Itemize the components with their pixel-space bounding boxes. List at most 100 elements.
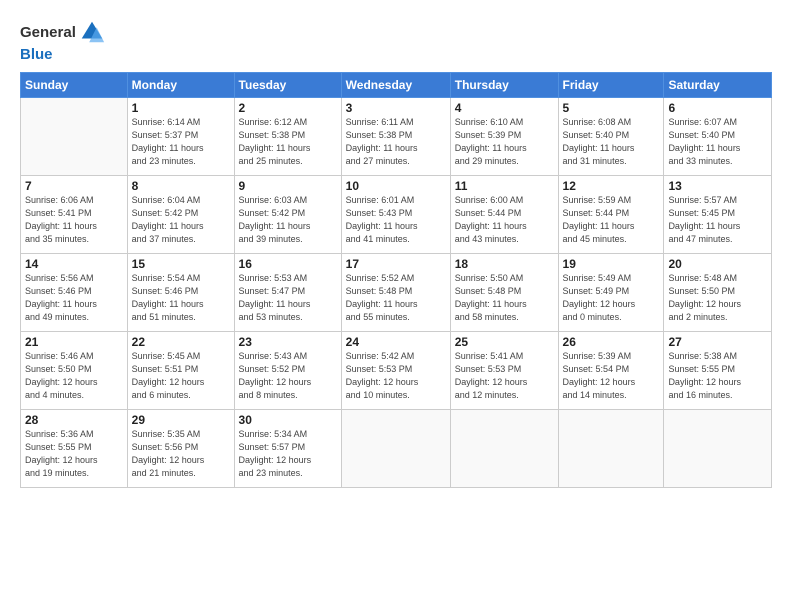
- day-cell: 2Sunrise: 6:12 AM Sunset: 5:38 PM Daylig…: [234, 98, 341, 176]
- day-cell: 25Sunrise: 5:41 AM Sunset: 5:53 PM Dayli…: [450, 332, 558, 410]
- weekday-header-tuesday: Tuesday: [234, 73, 341, 98]
- day-number: 2: [239, 101, 337, 115]
- day-info: Sunrise: 5:48 AM Sunset: 5:50 PM Dayligh…: [668, 272, 767, 324]
- day-number: 20: [668, 257, 767, 271]
- day-info: Sunrise: 6:03 AM Sunset: 5:42 PM Dayligh…: [239, 194, 337, 246]
- day-number: 18: [455, 257, 554, 271]
- day-number: 3: [346, 101, 446, 115]
- day-number: 13: [668, 179, 767, 193]
- day-info: Sunrise: 6:04 AM Sunset: 5:42 PM Dayligh…: [132, 194, 230, 246]
- day-cell: 18Sunrise: 5:50 AM Sunset: 5:48 PM Dayli…: [450, 254, 558, 332]
- day-cell: 26Sunrise: 5:39 AM Sunset: 5:54 PM Dayli…: [558, 332, 664, 410]
- day-cell: 29Sunrise: 5:35 AM Sunset: 5:56 PM Dayli…: [127, 410, 234, 488]
- week-row-3: 21Sunrise: 5:46 AM Sunset: 5:50 PM Dayli…: [21, 332, 772, 410]
- day-number: 7: [25, 179, 123, 193]
- week-row-1: 7Sunrise: 6:06 AM Sunset: 5:41 PM Daylig…: [21, 176, 772, 254]
- week-row-4: 28Sunrise: 5:36 AM Sunset: 5:55 PM Dayli…: [21, 410, 772, 488]
- day-cell: 1Sunrise: 6:14 AM Sunset: 5:37 PM Daylig…: [127, 98, 234, 176]
- day-cell: [558, 410, 664, 488]
- day-info: Sunrise: 6:00 AM Sunset: 5:44 PM Dayligh…: [455, 194, 554, 246]
- day-cell: 13Sunrise: 5:57 AM Sunset: 5:45 PM Dayli…: [664, 176, 772, 254]
- weekday-header-sunday: Sunday: [21, 73, 128, 98]
- day-number: 21: [25, 335, 123, 349]
- header: General Blue: [20, 18, 772, 64]
- day-number: 9: [239, 179, 337, 193]
- logo-general-text: General: [20, 24, 76, 41]
- day-cell: 8Sunrise: 6:04 AM Sunset: 5:42 PM Daylig…: [127, 176, 234, 254]
- day-number: 8: [132, 179, 230, 193]
- day-number: 12: [563, 179, 660, 193]
- day-cell: 22Sunrise: 5:45 AM Sunset: 5:51 PM Dayli…: [127, 332, 234, 410]
- day-cell: 19Sunrise: 5:49 AM Sunset: 5:49 PM Dayli…: [558, 254, 664, 332]
- weekday-header-friday: Friday: [558, 73, 664, 98]
- day-number: 25: [455, 335, 554, 349]
- day-number: 6: [668, 101, 767, 115]
- logo-blue-text: Blue: [20, 46, 53, 63]
- day-cell: 30Sunrise: 5:34 AM Sunset: 5:57 PM Dayli…: [234, 410, 341, 488]
- day-info: Sunrise: 6:08 AM Sunset: 5:40 PM Dayligh…: [563, 116, 660, 168]
- day-info: Sunrise: 6:07 AM Sunset: 5:40 PM Dayligh…: [668, 116, 767, 168]
- day-number: 28: [25, 413, 123, 427]
- day-number: 14: [25, 257, 123, 271]
- day-number: 19: [563, 257, 660, 271]
- logo: General Blue: [20, 18, 106, 64]
- day-cell: 24Sunrise: 5:42 AM Sunset: 5:53 PM Dayli…: [341, 332, 450, 410]
- day-info: Sunrise: 6:01 AM Sunset: 5:43 PM Dayligh…: [346, 194, 446, 246]
- day-cell: 23Sunrise: 5:43 AM Sunset: 5:52 PM Dayli…: [234, 332, 341, 410]
- day-info: Sunrise: 5:38 AM Sunset: 5:55 PM Dayligh…: [668, 350, 767, 402]
- day-cell: 5Sunrise: 6:08 AM Sunset: 5:40 PM Daylig…: [558, 98, 664, 176]
- day-info: Sunrise: 5:49 AM Sunset: 5:49 PM Dayligh…: [563, 272, 660, 324]
- day-cell: 15Sunrise: 5:54 AM Sunset: 5:46 PM Dayli…: [127, 254, 234, 332]
- day-number: 22: [132, 335, 230, 349]
- day-number: 16: [239, 257, 337, 271]
- day-info: Sunrise: 5:42 AM Sunset: 5:53 PM Dayligh…: [346, 350, 446, 402]
- weekday-header-wednesday: Wednesday: [341, 73, 450, 98]
- day-cell: 10Sunrise: 6:01 AM Sunset: 5:43 PM Dayli…: [341, 176, 450, 254]
- day-number: 15: [132, 257, 230, 271]
- day-cell: 11Sunrise: 6:00 AM Sunset: 5:44 PM Dayli…: [450, 176, 558, 254]
- day-number: 23: [239, 335, 337, 349]
- day-info: Sunrise: 5:43 AM Sunset: 5:52 PM Dayligh…: [239, 350, 337, 402]
- calendar-table: SundayMondayTuesdayWednesdayThursdayFrid…: [20, 72, 772, 488]
- day-cell: 6Sunrise: 6:07 AM Sunset: 5:40 PM Daylig…: [664, 98, 772, 176]
- day-cell: [21, 98, 128, 176]
- day-number: 5: [563, 101, 660, 115]
- day-cell: [664, 410, 772, 488]
- day-number: 24: [346, 335, 446, 349]
- day-cell: 27Sunrise: 5:38 AM Sunset: 5:55 PM Dayli…: [664, 332, 772, 410]
- day-cell: [341, 410, 450, 488]
- day-info: Sunrise: 6:12 AM Sunset: 5:38 PM Dayligh…: [239, 116, 337, 168]
- weekday-header-row: SundayMondayTuesdayWednesdayThursdayFrid…: [21, 73, 772, 98]
- day-info: Sunrise: 5:45 AM Sunset: 5:51 PM Dayligh…: [132, 350, 230, 402]
- day-cell: 16Sunrise: 5:53 AM Sunset: 5:47 PM Dayli…: [234, 254, 341, 332]
- day-info: Sunrise: 5:57 AM Sunset: 5:45 PM Dayligh…: [668, 194, 767, 246]
- day-info: Sunrise: 5:35 AM Sunset: 5:56 PM Dayligh…: [132, 428, 230, 480]
- day-info: Sunrise: 5:59 AM Sunset: 5:44 PM Dayligh…: [563, 194, 660, 246]
- day-info: Sunrise: 6:11 AM Sunset: 5:38 PM Dayligh…: [346, 116, 446, 168]
- day-info: Sunrise: 5:36 AM Sunset: 5:55 PM Dayligh…: [25, 428, 123, 480]
- day-info: Sunrise: 5:50 AM Sunset: 5:48 PM Dayligh…: [455, 272, 554, 324]
- weekday-header-saturday: Saturday: [664, 73, 772, 98]
- day-info: Sunrise: 5:56 AM Sunset: 5:46 PM Dayligh…: [25, 272, 123, 324]
- weekday-header-thursday: Thursday: [450, 73, 558, 98]
- day-cell: 17Sunrise: 5:52 AM Sunset: 5:48 PM Dayli…: [341, 254, 450, 332]
- day-info: Sunrise: 5:41 AM Sunset: 5:53 PM Dayligh…: [455, 350, 554, 402]
- day-cell: 4Sunrise: 6:10 AM Sunset: 5:39 PM Daylig…: [450, 98, 558, 176]
- day-info: Sunrise: 6:14 AM Sunset: 5:37 PM Dayligh…: [132, 116, 230, 168]
- day-info: Sunrise: 5:52 AM Sunset: 5:48 PM Dayligh…: [346, 272, 446, 324]
- week-row-2: 14Sunrise: 5:56 AM Sunset: 5:46 PM Dayli…: [21, 254, 772, 332]
- day-cell: 9Sunrise: 6:03 AM Sunset: 5:42 PM Daylig…: [234, 176, 341, 254]
- week-row-0: 1Sunrise: 6:14 AM Sunset: 5:37 PM Daylig…: [21, 98, 772, 176]
- page: General Blue SundayMondayTuesdayWednesda…: [0, 0, 792, 612]
- day-info: Sunrise: 5:39 AM Sunset: 5:54 PM Dayligh…: [563, 350, 660, 402]
- day-cell: 21Sunrise: 5:46 AM Sunset: 5:50 PM Dayli…: [21, 332, 128, 410]
- day-number: 4: [455, 101, 554, 115]
- day-number: 29: [132, 413, 230, 427]
- day-number: 10: [346, 179, 446, 193]
- day-cell: 20Sunrise: 5:48 AM Sunset: 5:50 PM Dayli…: [664, 254, 772, 332]
- day-cell: 7Sunrise: 6:06 AM Sunset: 5:41 PM Daylig…: [21, 176, 128, 254]
- day-number: 30: [239, 413, 337, 427]
- day-number: 11: [455, 179, 554, 193]
- day-cell: 28Sunrise: 5:36 AM Sunset: 5:55 PM Dayli…: [21, 410, 128, 488]
- logo-icon: [78, 18, 106, 46]
